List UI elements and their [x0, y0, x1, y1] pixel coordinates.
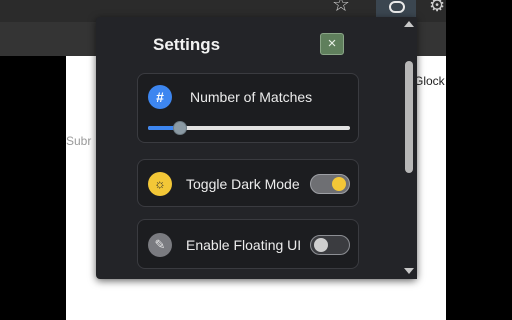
- settings-popup: Settings × # Number of Matches ☼ Toggle …: [96, 17, 417, 279]
- setting-label: Number of Matches: [190, 89, 313, 105]
- scrollbar-thumb[interactable]: [405, 61, 413, 173]
- matches-slider[interactable]: [148, 121, 350, 135]
- scroll-up-arrow-icon[interactable]: [404, 21, 414, 27]
- setting-dark-mode: ☼ Toggle Dark Mode: [137, 159, 359, 207]
- toggle-knob: [314, 238, 328, 252]
- gear-icon[interactable]: ⚙: [429, 0, 445, 16]
- magic-wand-icon: ✎: [148, 233, 172, 257]
- dark-mode-toggle[interactable]: [310, 174, 350, 194]
- scroll-down-arrow-icon[interactable]: [404, 268, 414, 274]
- page-input-fragment: Subr: [66, 134, 92, 148]
- close-button[interactable]: ×: [320, 33, 344, 55]
- toggle-knob: [332, 177, 346, 191]
- popup-scrollbar[interactable]: [401, 17, 417, 279]
- setting-number-of-matches: # Number of Matches: [137, 73, 359, 143]
- bookmark-star-icon[interactable]: ☆: [330, 0, 352, 16]
- screen: ☆ ⚙ Glock Subr Settings × # Number of Ma…: [0, 0, 512, 320]
- sun-icon: ☼: [148, 172, 172, 196]
- popup-title: Settings: [153, 35, 221, 54]
- floating-ui-toggle[interactable]: [310, 235, 350, 255]
- setting-label: Toggle Dark Mode: [186, 176, 300, 192]
- setting-floating-ui: ✎ Enable Floating UI: [137, 219, 359, 269]
- hash-icon: #: [148, 85, 172, 109]
- extension-icon: [389, 1, 405, 13]
- setting-label: Enable Floating UI: [186, 237, 302, 253]
- page-text-fragment: Glock: [414, 74, 445, 88]
- slider-thumb[interactable]: [173, 121, 188, 135]
